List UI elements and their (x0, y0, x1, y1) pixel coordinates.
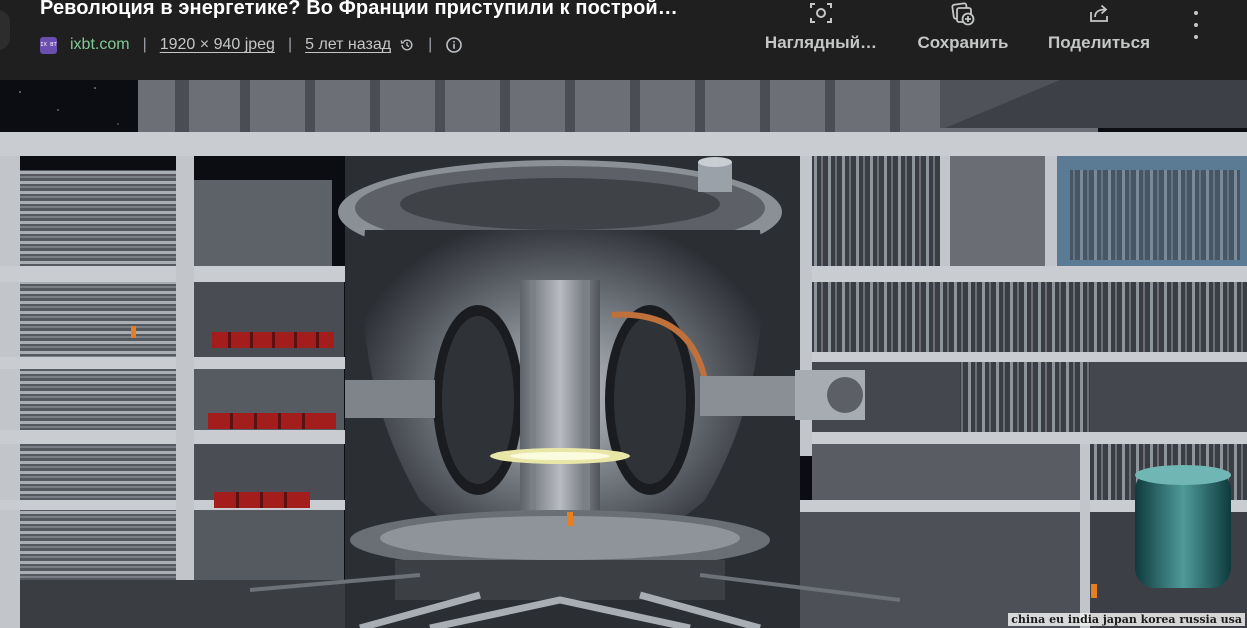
meta-separator: | (428, 36, 433, 53)
reactor-cutaway-illustration (0, 80, 1247, 628)
save-label: Сохранить (917, 33, 1009, 52)
history-icon[interactable] (399, 37, 415, 53)
save-button[interactable]: Сохранить (910, 0, 1016, 53)
share-button[interactable]: Поделиться (1040, 0, 1158, 53)
image-age-link[interactable]: 5 лет назад (305, 36, 391, 54)
more-options-icon[interactable] (1184, 8, 1208, 42)
save-collection-icon (950, 0, 976, 28)
info-icon[interactable] (445, 36, 463, 54)
meta-separator: | (287, 36, 293, 53)
previous-panel-edge[interactable] (0, 10, 10, 50)
main-image[interactable]: china eu india japan korea russia usa (0, 80, 1247, 628)
image-meta-row: IX BT ixbt.com | 1920 × 940 jpeg | 5 лет… (40, 34, 463, 56)
image-dimensions-link[interactable]: 1920 × 940 jpeg (160, 36, 275, 54)
site-favicon: IX BT (40, 36, 57, 54)
source-link[interactable]: ixbt.com (70, 36, 130, 54)
meta-separator: | (142, 36, 147, 53)
visual-search-button[interactable]: Наглядный… (755, 0, 887, 53)
image-caption: china eu india japan korea russia usa (1008, 613, 1245, 626)
share-icon (1086, 0, 1112, 28)
visual-search-label: Наглядный… (764, 33, 878, 52)
image-title[interactable]: Революция в энергетике? Во Франции прист… (40, 0, 678, 20)
share-label: Поделиться (1047, 33, 1151, 52)
image-details-header: Революция в энергетике? Во Франции прист… (0, 0, 1247, 80)
